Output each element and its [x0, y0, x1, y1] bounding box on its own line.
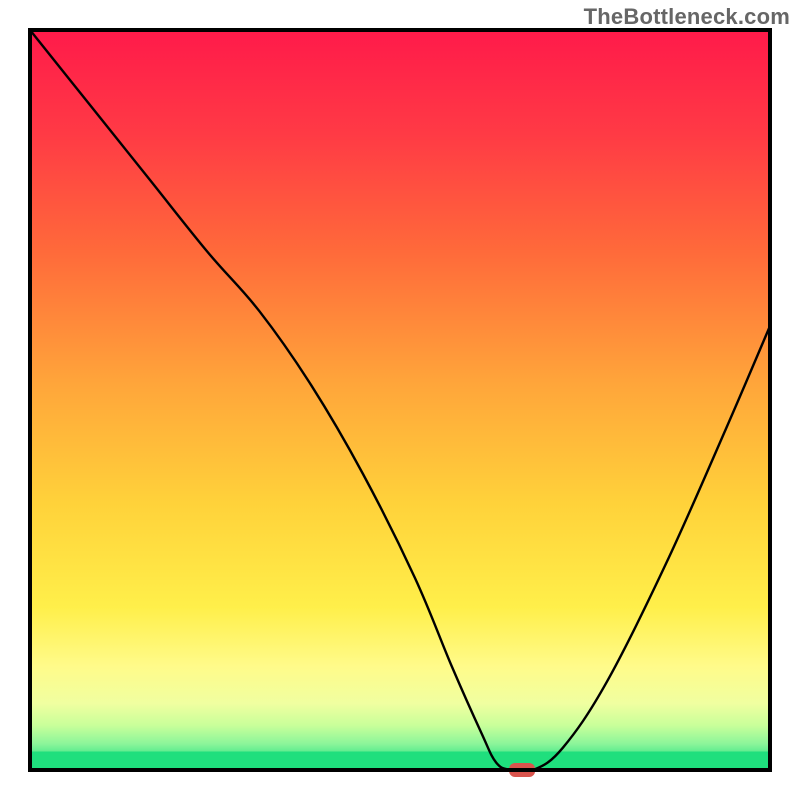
green-bottom-band — [30, 752, 770, 771]
chart-container: { "watermark": "TheBottleneck.com", "cha… — [0, 0, 800, 800]
gradient-background — [30, 30, 770, 770]
watermark-text: TheBottleneck.com — [584, 4, 790, 30]
plot-area — [30, 30, 770, 777]
bottleneck-chart — [0, 0, 800, 800]
